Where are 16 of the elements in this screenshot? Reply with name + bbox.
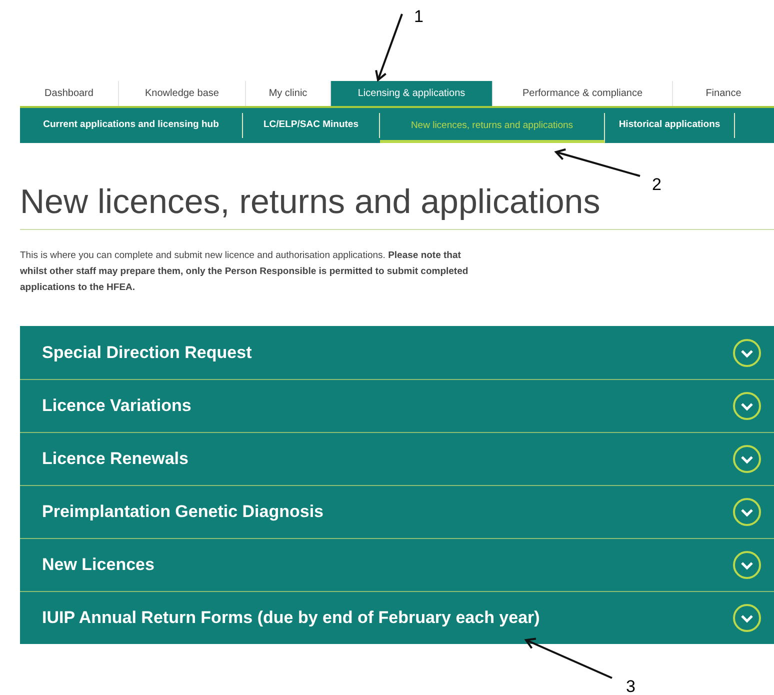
accordion-section[interactable]: IUIP Annual Return Forms (due by end of February each year): [20, 591, 774, 644]
sub-nav-tab[interactable]: LC/ELP/SAC Minutes: [243, 113, 380, 138]
page-title: New licences, returns and applications: [20, 182, 600, 223]
accordion-section[interactable]: Special Direction Request: [20, 326, 774, 379]
annotation-number: 3: [626, 676, 636, 695]
sub-nav-tab[interactable]: Historical applications: [605, 113, 735, 138]
nav-tab[interactable]: Licensing & applications: [330, 81, 492, 106]
accordion-section[interactable]: New Licences: [20, 538, 774, 591]
annotation-number: 1: [414, 6, 424, 28]
sub-nav-tab[interactable]: New licences, returns and applications: [380, 113, 605, 143]
sub-nav-tab[interactable]: Current applications and licensing hub: [20, 113, 243, 138]
accordion-section[interactable]: Licence Variations: [20, 379, 774, 432]
intro-paragraph: This is where you can complete and submit new licence and authorisation applications. Please note that whilst other staff may prepare them, only the Person Responsible is permitted to submit completed applications to the HFEA.: [20, 249, 470, 295]
accordion-section[interactable]: Licence Renewals: [20, 432, 774, 485]
accordion-section[interactable]: Preimplantation Genetic Diagnosis: [20, 485, 774, 538]
annotation-number: 2: [652, 174, 662, 196]
